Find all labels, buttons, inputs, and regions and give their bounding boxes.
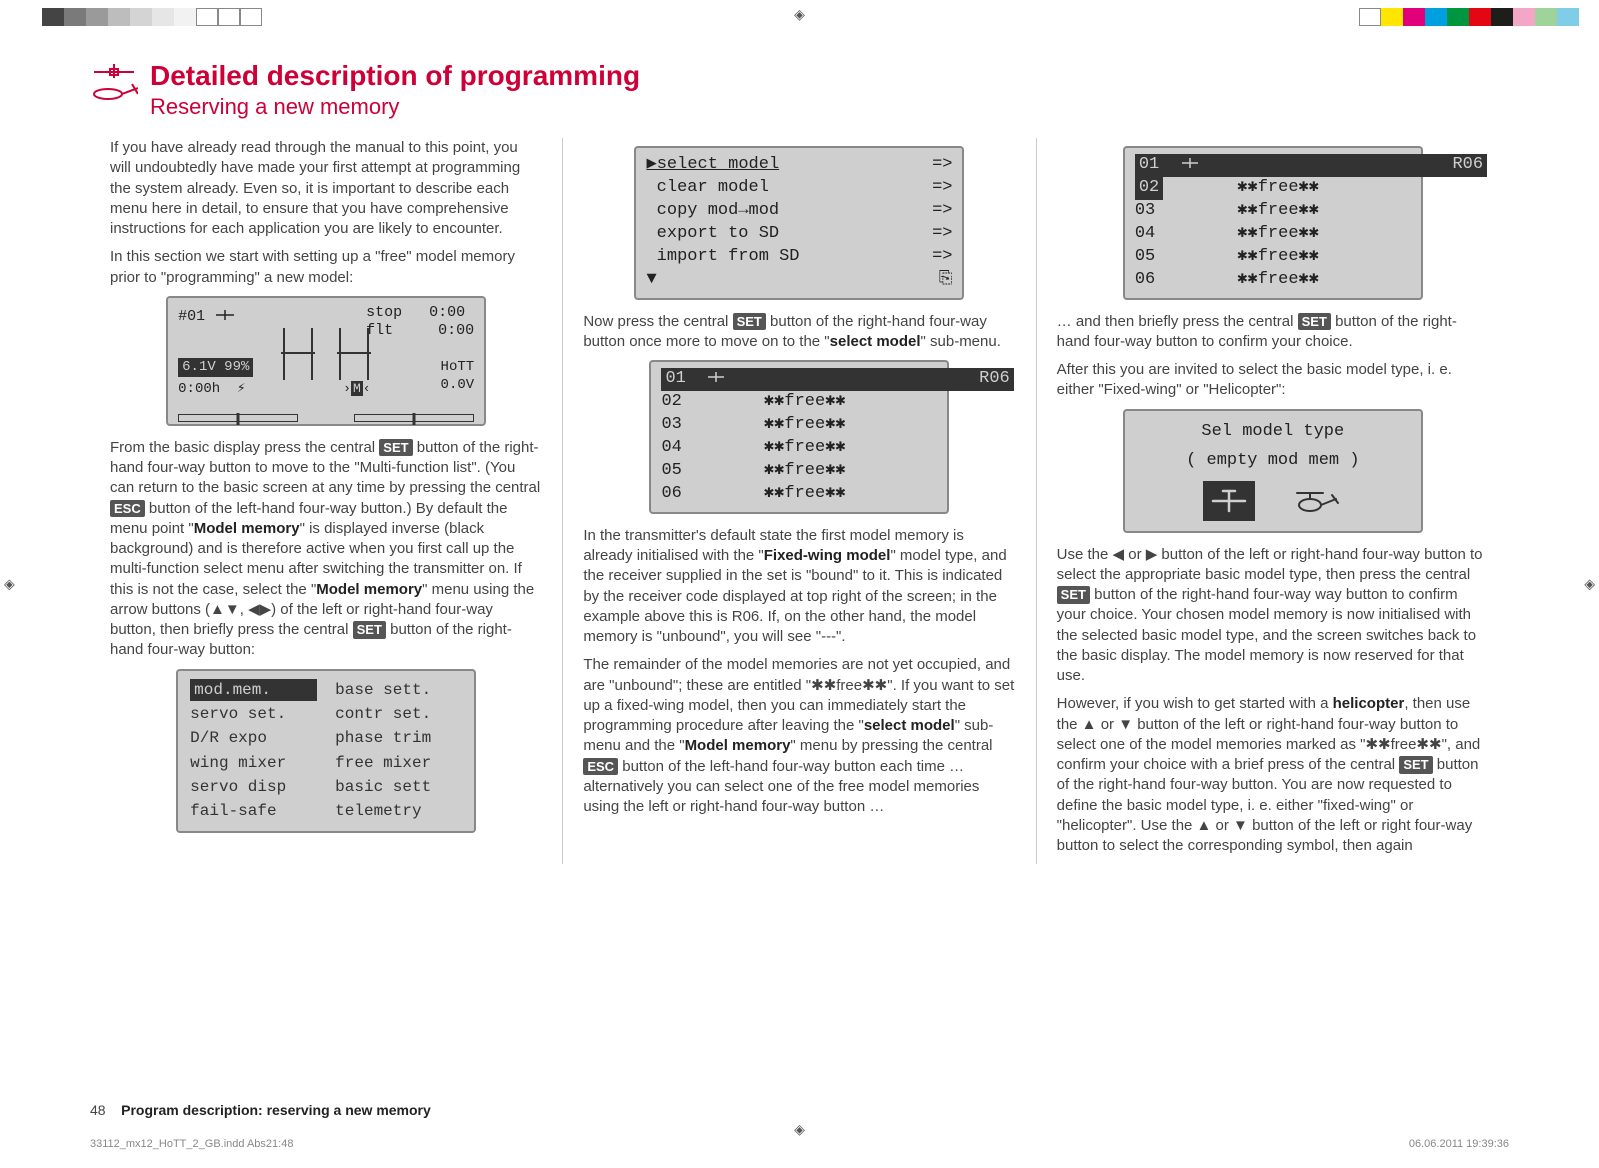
footer: 48 Program description: reserving a new … <box>90 1102 431 1118</box>
menu-item: mod.mem. <box>190 679 317 701</box>
helicopter-type-icon <box>1291 481 1343 521</box>
footer-title: Program description: reserving a new mem… <box>121 1102 431 1118</box>
basic-flt-lbl: flt <box>366 322 393 339</box>
col3-p2: After this you are invited to select the… <box>1057 360 1489 401</box>
basic-battery: 6.1V 99% <box>178 358 253 377</box>
col2-p1: Now press the central SET button of the … <box>583 312 1015 353</box>
col3-p4: However, if you wish to get started with… <box>1057 694 1489 856</box>
col1-p3: From the basic display press the central… <box>110 438 542 661</box>
basic-stop-lbl: stop <box>366 304 402 321</box>
screen-model-memory-menu: ▶select model=> clear model=> copy mod→m… <box>634 146 964 300</box>
print-file: 33112_mx12_HoTT_2_GB.indd Abs21:48 <box>90 1138 293 1150</box>
menu-item: servo disp <box>190 776 317 798</box>
esc-badge: ESC <box>583 758 618 776</box>
model-type-icons <box>90 64 138 109</box>
color-swatches-left <box>20 8 262 26</box>
col1-p1: If you have already read through the man… <box>110 138 542 239</box>
menu-item: wing mixer <box>190 752 317 774</box>
page-title: Detailed description of programming <box>150 60 640 92</box>
registration-mark-top: ◈ <box>794 6 805 23</box>
menu-item: free mixer <box>335 752 462 774</box>
menu-item: servo set. <box>190 703 317 725</box>
menu-item: phase trim <box>335 727 462 749</box>
column-1: If you have already read through the man… <box>90 138 563 864</box>
col3-p1: … and then briefly press the central SET… <box>1057 312 1489 353</box>
registration-mark-bottom: ◈ <box>794 1121 805 1138</box>
screen-select-model-list-highlighted: 01 R0602 ✱✱free✱✱ 03 ✱✱free✱✱ 04 ✱✱free✱… <box>1123 146 1423 300</box>
menu-item: basic sett <box>335 776 462 798</box>
basic-time: 0:00h <box>178 381 220 397</box>
basic-hott: HoTT <box>441 358 475 376</box>
trim-left-icon <box>178 414 298 422</box>
print-metadata: 33112_mx12_HoTT_2_GB.indd Abs21:48 06.06… <box>90 1138 1509 1150</box>
set-badge: SET <box>1057 586 1090 604</box>
esc-badge: ESC <box>110 500 145 518</box>
col1-p2: In this section we start with setting up… <box>110 247 542 288</box>
screen-multi-function-list: mod.mem. base sett. servo set. contr set. D/… <box>176 669 476 833</box>
screen-select-model-list: 01 R0602 ✱✱free✱✱ 03 ✱✱free✱✱ 04 ✱✱free✱… <box>649 360 949 514</box>
set-badge: SET <box>379 439 412 457</box>
col2-p3: The remainder of the model memories are … <box>583 655 1015 817</box>
trim-right-icon <box>354 414 474 422</box>
col2-p2: In the transmitter's default state the f… <box>583 526 1015 648</box>
menu-item: contr set. <box>335 703 462 725</box>
menu-item: telemetry <box>335 800 462 822</box>
basic-slot: #01 <box>178 308 205 325</box>
col3-p3: Use the ◀ or ▶ button of the left or rig… <box>1057 545 1489 687</box>
page-number: 48 <box>90 1102 106 1118</box>
menu-item: D/R expo <box>190 727 317 749</box>
menu-item: fail-safe <box>190 800 317 822</box>
print-date: 06.06.2011 19:39:36 <box>1409 1138 1509 1150</box>
set-badge: SET <box>1399 756 1432 774</box>
page-subtitle: Reserving a new memory <box>150 94 640 120</box>
type-line1: Sel model type <box>1135 421 1411 444</box>
basic-flt-val: 0:00 <box>438 322 474 339</box>
type-line2: ( empty mod mem ) <box>1135 450 1411 473</box>
basic-m-icon: ›M‹ <box>343 380 370 398</box>
column-3: 01 R0602 ✱✱free✱✱ 03 ✱✱free✱✱ 04 ✱✱free✱… <box>1037 138 1509 864</box>
screen-sel-model-type: Sel model type ( empty mod mem ) <box>1123 409 1423 533</box>
color-swatches-right <box>1359 8 1579 26</box>
screen-basic-display: #01 stop 0:00 flt 0:00 6.1V 99% 0:00h ⚡ … <box>166 296 486 426</box>
basic-stop-val: 0:00 <box>429 304 465 321</box>
fixedwing-type-icon <box>1203 481 1255 521</box>
basic-volt: 0.0V <box>441 376 475 394</box>
set-badge: SET <box>1298 313 1331 331</box>
stick-right-icon <box>339 328 369 380</box>
menu-item: base sett. <box>335 679 462 701</box>
stick-left-icon <box>283 328 313 380</box>
set-badge: SET <box>733 313 766 331</box>
column-2: ▶select model=> clear model=> copy mod→m… <box>563 138 1036 864</box>
set-badge: SET <box>353 621 386 639</box>
registration-mark-right: ◈ <box>1584 576 1595 593</box>
registration-mark-left: ◈ <box>4 576 15 593</box>
